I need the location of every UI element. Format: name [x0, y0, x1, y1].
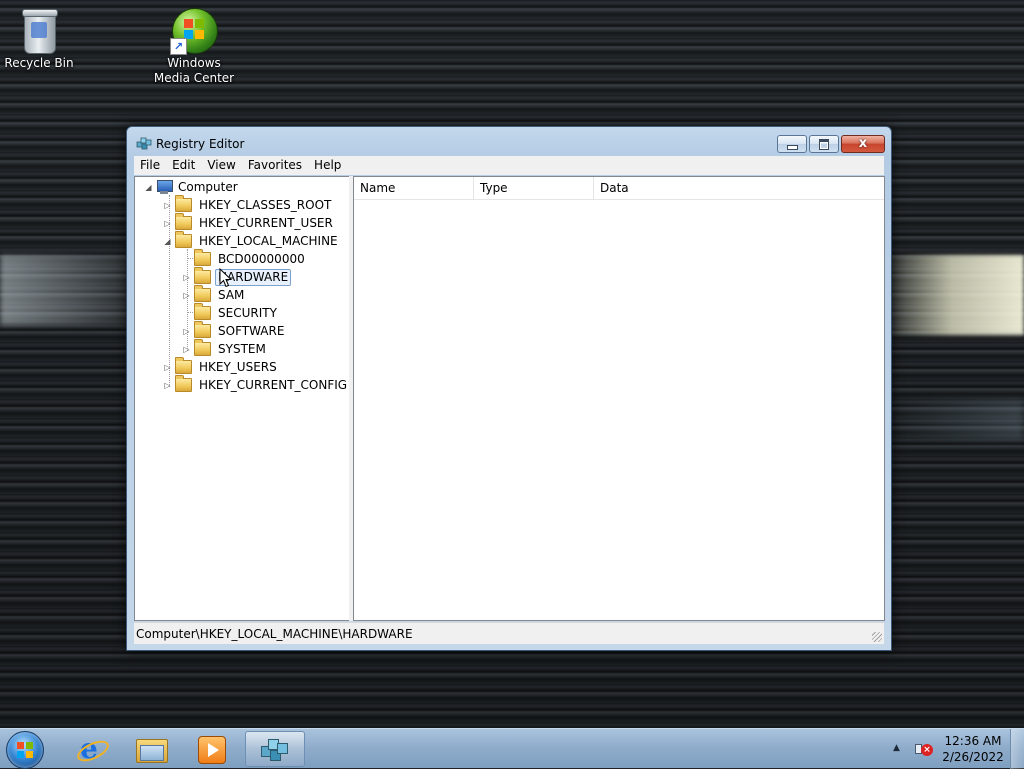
show-hidden-icons-icon[interactable]: ▲	[893, 743, 900, 753]
folder-icon	[194, 267, 211, 284]
folder-icon	[175, 231, 192, 248]
mouse-cursor-icon	[219, 268, 233, 288]
tree-node-bcd00000000[interactable]: BCD00000000	[182, 249, 308, 268]
tree-node-hkey-current-user[interactable]: ▷ HKEY_CURRENT_USER	[163, 213, 336, 232]
folder-icon	[175, 375, 192, 392]
folder-icon	[194, 339, 211, 356]
expand-arrow-icon[interactable]: ▷	[163, 219, 172, 228]
status-path: Computer\HKEY_LOCAL_MACHINE\HARDWARE	[136, 627, 413, 641]
computer-icon	[156, 180, 173, 194]
wallpaper-streak	[0, 255, 130, 325]
window-title: Registry Editor	[156, 137, 245, 151]
tree-node-label: BCD00000000	[218, 251, 305, 266]
clock-time: 12:36 AM	[944, 734, 1002, 748]
tree-node-label: Computer	[178, 179, 238, 194]
folder-icon	[175, 357, 192, 374]
expand-arrow-icon[interactable]: ▷	[163, 381, 172, 390]
folder-icon	[194, 285, 211, 302]
maximize-button[interactable]	[809, 135, 839, 153]
expand-arrow-icon[interactable]: ▷	[182, 273, 191, 282]
desktop-icon-label: Recycle Bin	[4, 56, 74, 70]
menu-bar: File Edit View Favorites Help	[134, 156, 884, 175]
values-list[interactable]: Name Type Data	[353, 176, 885, 621]
tree-node-computer[interactable]: ◢ Computer	[144, 178, 241, 196]
windows-explorer-icon	[136, 737, 168, 763]
tree-node-label: HKEY_LOCAL_MACHINE	[199, 233, 338, 248]
folder-icon	[194, 321, 211, 338]
taskbar-clock[interactable]: 12:36 AM 2/26/2022	[940, 733, 1006, 765]
expand-arrow-icon[interactable]: ▷	[182, 327, 191, 336]
internet-explorer-icon: e	[74, 735, 112, 766]
tree-node-label: HKEY_CURRENT_USER	[199, 215, 333, 230]
shortcut-arrow-icon: ↗	[170, 38, 187, 55]
registry-editor-icon	[136, 136, 152, 152]
maximize-icon	[819, 139, 829, 150]
tree-node-label: SECURITY	[218, 305, 277, 320]
minimize-button[interactable]	[777, 135, 807, 153]
folder-icon	[175, 213, 192, 230]
menu-file[interactable]: File	[134, 156, 166, 175]
registry-editor-icon	[259, 736, 289, 764]
desktop-icon-label: Media Center	[153, 71, 235, 85]
start-button[interactable]	[6, 731, 44, 769]
tree-node-hkey-classes-root[interactable]: ▷ HKEY_CLASSES_ROOT	[163, 195, 334, 214]
recycle-bin-icon	[15, 6, 63, 54]
list-header: Name Type Data	[354, 177, 884, 200]
wallpaper-streak	[880, 400, 1024, 440]
tree-node-label: HKEY_USERS	[199, 359, 277, 374]
menu-edit[interactable]: Edit	[166, 156, 201, 175]
tree-node-software[interactable]: ▷ SOFTWARE	[182, 321, 287, 340]
tree-node-hkey-users[interactable]: ▷ HKEY_USERS	[163, 357, 280, 376]
volume-muted-icon[interactable]: ×	[913, 740, 933, 756]
column-header-type[interactable]: Type	[474, 177, 594, 199]
folder-icon	[194, 249, 211, 266]
tree-node-label: HKEY_CURRENT_CONFIG	[199, 377, 348, 392]
tree-node-hkey-local-machine[interactable]: ◢ HKEY_LOCAL_MACHINE	[163, 231, 341, 250]
tree-node-label: SAM	[218, 287, 245, 302]
registry-editor-window: Registry Editor x File Edit View Favorit…	[126, 126, 892, 651]
close-icon: x	[858, 136, 868, 151]
desktop-icon-recycle-bin[interactable]: Recycle Bin	[0, 6, 84, 71]
tree-node-sam[interactable]: ▷ SAM	[182, 285, 247, 304]
tree-node-security[interactable]: SECURITY	[182, 303, 280, 322]
registry-tree[interactable]: ◢ Computer ▷ HKEY_CLASSES_ROOT ▷ HKEY_CU…	[134, 176, 350, 621]
resize-grip-icon[interactable]	[872, 632, 882, 642]
expand-arrow-icon[interactable]: ▷	[163, 201, 172, 210]
menu-favorites[interactable]: Favorites	[242, 156, 308, 175]
show-desktop-button[interactable]	[1010, 729, 1024, 769]
clock-date: 2/26/2022	[942, 750, 1004, 764]
column-header-data[interactable]: Data	[594, 177, 884, 199]
taskbar-windows-explorer[interactable]	[123, 731, 179, 767]
status-bar: Computer\HKEY_LOCAL_MACHINE\HARDWARE	[134, 622, 884, 644]
close-button[interactable]: x	[841, 135, 885, 153]
tree-node-hardware[interactable]: ▷ HARDWARE	[182, 267, 292, 286]
folder-icon	[194, 303, 211, 320]
taskbar-registry-editor[interactable]	[245, 731, 305, 767]
folder-icon	[175, 195, 192, 212]
expand-arrow-icon[interactable]: ▷	[182, 291, 191, 300]
media-player-icon	[198, 736, 226, 764]
taskbar-media-player[interactable]	[184, 731, 240, 767]
windows-logo-icon	[17, 742, 33, 758]
collapse-arrow-icon[interactable]: ◢	[163, 237, 172, 246]
tree-node-hkey-current-config[interactable]: ▷ HKEY_CURRENT_CONFIG	[163, 375, 349, 394]
collapse-arrow-icon[interactable]: ◢	[144, 183, 153, 192]
windows-media-center-icon: ↗	[170, 6, 218, 55]
tree-node-system[interactable]: ▷ SYSTEM	[182, 339, 269, 358]
tree-node-label: HKEY_CLASSES_ROOT	[199, 197, 332, 212]
expand-arrow-icon[interactable]: ▷	[182, 345, 191, 354]
taskbar-internet-explorer[interactable]: e	[62, 731, 118, 767]
desktop-icon-label: Windows	[167, 56, 221, 70]
taskbar: e ▲ × 12:36 AM 2/26/2022	[0, 728, 1024, 769]
wallpaper-streak	[880, 255, 1024, 335]
title-bar[interactable]: Registry Editor x	[127, 127, 891, 157]
minimize-icon	[787, 145, 798, 150]
menu-help[interactable]: Help	[308, 156, 347, 175]
desktop-icon-windows-media-center[interactable]: ↗ Windows Media Center	[149, 6, 239, 86]
menu-view[interactable]: View	[201, 156, 241, 175]
tree-node-label: SOFTWARE	[218, 323, 285, 338]
tree-node-label: SYSTEM	[218, 341, 266, 356]
column-header-name[interactable]: Name	[354, 177, 474, 199]
expand-arrow-icon[interactable]: ▷	[163, 363, 172, 372]
